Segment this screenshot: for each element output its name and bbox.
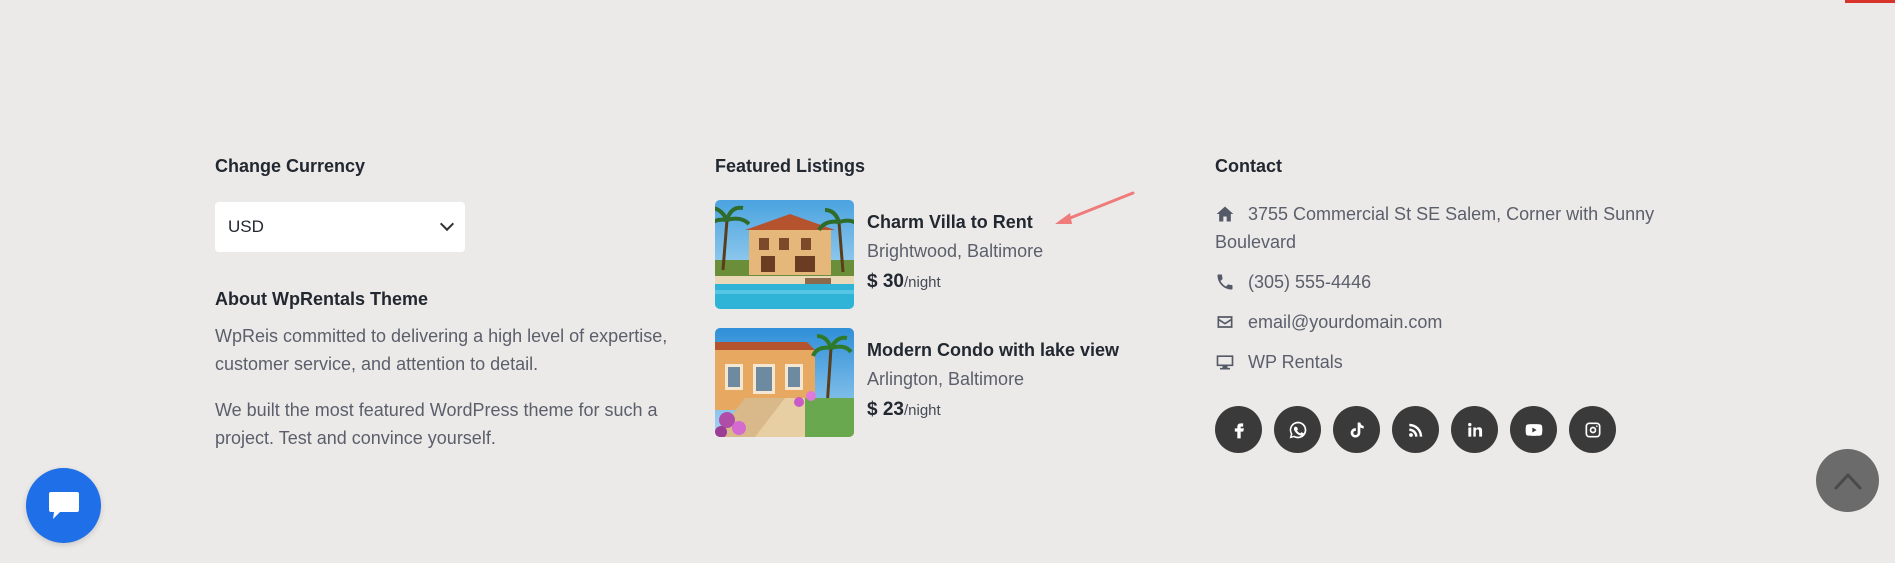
phone-icon — [1215, 268, 1237, 296]
about-heading: About WpRentals Theme — [215, 289, 429, 309]
whatsapp-icon[interactable] — [1274, 406, 1321, 453]
villa-photo — [715, 200, 854, 309]
listing-title-link[interactable]: Charm Villa to Rent — [867, 212, 1043, 236]
chevron-down-icon — [439, 216, 455, 232]
listing-thumbnail[interactable] — [715, 200, 854, 309]
scroll-to-top-button[interactable] — [1816, 449, 1879, 512]
listing-info: Modern Condo with lake view Arlington, B… — [867, 328, 1119, 437]
tiktok-icon[interactable] — [1333, 406, 1380, 453]
contact-heading: Contact — [1215, 156, 1282, 176]
social-links — [1215, 406, 1675, 453]
chevron-up-icon — [1834, 473, 1861, 489]
about-paragraph: WpReis committed to delivering a high le… — [215, 326, 668, 374]
desktop-icon — [1215, 348, 1237, 376]
condo-photo — [715, 328, 854, 437]
address-text: 3755 Commercial St SE Salem, Corner with… — [1215, 204, 1655, 252]
contact-email[interactable]: email@yourdomain.com — [1215, 308, 1675, 336]
chat-bubble-icon — [48, 491, 79, 519]
home-icon — [1215, 200, 1237, 228]
envelope-icon — [1215, 308, 1237, 336]
contact-column: Contact 3755 Commercial St SE Salem, Cor… — [1215, 155, 1675, 453]
listing-info: Charm Villa to Rent Brightwood, Baltimor… — [867, 200, 1043, 309]
top-accent-bar — [1845, 0, 1895, 3]
about-paragraph: We built the most featured WordPress the… — [215, 400, 658, 448]
price-unit: /night — [903, 402, 941, 419]
price-amount: $ 30 — [867, 271, 904, 292]
chat-button[interactable] — [26, 468, 101, 543]
listing-price: $ 23 /night — [867, 399, 1119, 421]
currency-about-column: Change Currency USD About WpRentals Them… — [215, 155, 675, 452]
listing-location: Brightwood, Baltimore — [867, 241, 1044, 261]
currency-select[interactable]: USD — [215, 202, 465, 252]
price-amount: $ 23 — [867, 399, 904, 420]
listing-title-link[interactable]: Modern Condo with lake view — [867, 340, 1119, 364]
website-text: WP Rentals — [1248, 352, 1343, 372]
rss-icon[interactable] — [1392, 406, 1439, 453]
listing-price: $ 30 /night — [867, 271, 1043, 293]
listing-location: Arlington, Baltimore — [867, 369, 1025, 389]
listing-thumbnail[interactable] — [715, 328, 854, 437]
contact-website[interactable]: WP Rentals — [1215, 348, 1675, 376]
listing-item: Modern Condo with lake view Arlington, B… — [715, 328, 1175, 437]
currency-heading: Change Currency — [215, 156, 366, 176]
contact-phone[interactable]: (305) 555-4446 — [1215, 268, 1675, 296]
phone-text: (305) 555-4446 — [1248, 272, 1372, 292]
instagram-icon[interactable] — [1569, 406, 1616, 453]
currency-selected-value: USD — [228, 217, 264, 236]
facebook-icon[interactable] — [1215, 406, 1262, 453]
featured-heading: Featured Listings — [715, 156, 866, 176]
price-unit: /night — [903, 274, 941, 291]
youtube-icon[interactable] — [1510, 406, 1557, 453]
annotation-arrow — [1055, 191, 1135, 224]
contact-address: 3755 Commercial St SE Salem, Corner with… — [1215, 200, 1675, 256]
linkedin-icon[interactable] — [1451, 406, 1498, 453]
contact-list: 3755 Commercial St SE Salem, Corner with… — [1215, 200, 1675, 376]
email-text: email@yourdomain.com — [1248, 312, 1443, 332]
